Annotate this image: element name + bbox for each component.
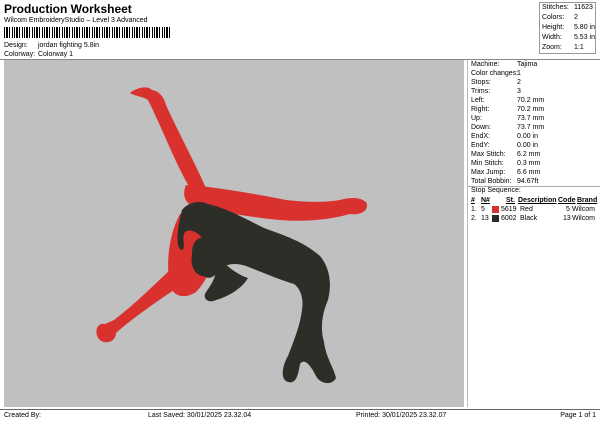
stat-value: 94.67ft — [517, 178, 539, 185]
stat-value: 6.6 mm — [517, 169, 541, 176]
row-brand: Wilcom — [572, 215, 595, 222]
stat-value: Tajima — [517, 61, 538, 68]
machine-info-panel: Machine: Tajima Color changes:1 Stops: 2 T… — [467, 60, 600, 407]
design-stats-box: Stitches: 11623 Colors: 2 Height: 5.80 in W… — [539, 2, 596, 54]
width-row: Width: 5.53 in — [540, 33, 595, 43]
stat-label: Zoom: — [542, 44, 562, 51]
row-needle: 13 — [481, 215, 489, 222]
stat-value: 6.2 mm — [517, 151, 541, 158]
stop-sequence-title: Stop Sequence: — [471, 187, 521, 194]
zoom-row: Zoom: 1:1 — [540, 43, 595, 53]
printed-date: Printed: 30/01/2025 23.32.07 — [356, 412, 447, 419]
row-code: 13 — [563, 215, 571, 222]
red-figure-leg-up — [130, 87, 210, 198]
colors-row: Colors: 2 — [540, 13, 595, 23]
stat-label: Stitches: — [542, 4, 569, 11]
height-row: Height: 5.80 in — [540, 23, 595, 33]
footer-divider — [0, 409, 600, 410]
colorway-label: Colorway: — [4, 51, 36, 58]
table-row[interactable]: 2. 13 6002 Black 13 Wilcom — [471, 214, 597, 224]
design-preview[interactable] — [4, 60, 464, 407]
page-title: Production Worksheet — [4, 2, 132, 16]
stat-label: Height: — [542, 24, 565, 31]
red-figure-arm — [96, 270, 174, 343]
created-by: Created By: — [4, 412, 41, 419]
stitches-row: Stitches: 11623 — [540, 3, 595, 13]
barcode — [4, 27, 170, 38]
row-stitches: 6002 — [501, 215, 517, 222]
page-number: Page 1 of 1 — [560, 412, 596, 419]
row-index: 2. — [471, 215, 477, 222]
stat-label: Colors: — [542, 14, 565, 21]
thread-color-swatch — [492, 206, 499, 213]
row-description: Black — [520, 215, 538, 222]
stat-value: 70.2 mm — [517, 106, 545, 113]
last-saved: Last Saved: 30/01/2025 23.32.04 — [148, 412, 252, 419]
design-value: jordan fighting 5.8in — [37, 42, 100, 49]
design-row: Design: jordan fighting 5.8in — [4, 42, 99, 49]
stat-value: 2 — [574, 14, 578, 21]
embroidery-design-graphic — [96, 87, 368, 384]
stat-value: 0.3 mm — [517, 160, 541, 167]
stat-value: 73.7 mm — [517, 115, 545, 122]
stat-value: 1:1 — [574, 44, 584, 51]
stat-value: 5.53 in — [573, 34, 595, 41]
thread-color-swatch — [492, 215, 499, 222]
software-subtitle: Wilcom EmbroideryStudio – Level 3 Advanc… — [4, 17, 148, 24]
colorway-value: Colorway 1 — [37, 51, 73, 58]
stat-value: 70.2 mm — [517, 97, 545, 104]
stat-value: 0.00 in — [517, 133, 539, 140]
stat-value: 1 — [517, 70, 521, 77]
colorway-row: Colorway: Colorway 1 — [4, 51, 73, 58]
stat-value: 73.7 mm — [517, 124, 545, 131]
black-figure — [177, 202, 336, 384]
stat-value: 11623 — [574, 4, 593, 11]
stat-value: 3 — [517, 88, 521, 95]
black-figure-body — [177, 202, 336, 384]
stat-value: 0.00 in — [517, 142, 539, 149]
design-label: Design: — [4, 42, 28, 49]
stat-value: 2 — [517, 79, 521, 86]
stat-value: 5.80 in — [573, 24, 595, 31]
stat-label: Width: — [542, 34, 562, 41]
